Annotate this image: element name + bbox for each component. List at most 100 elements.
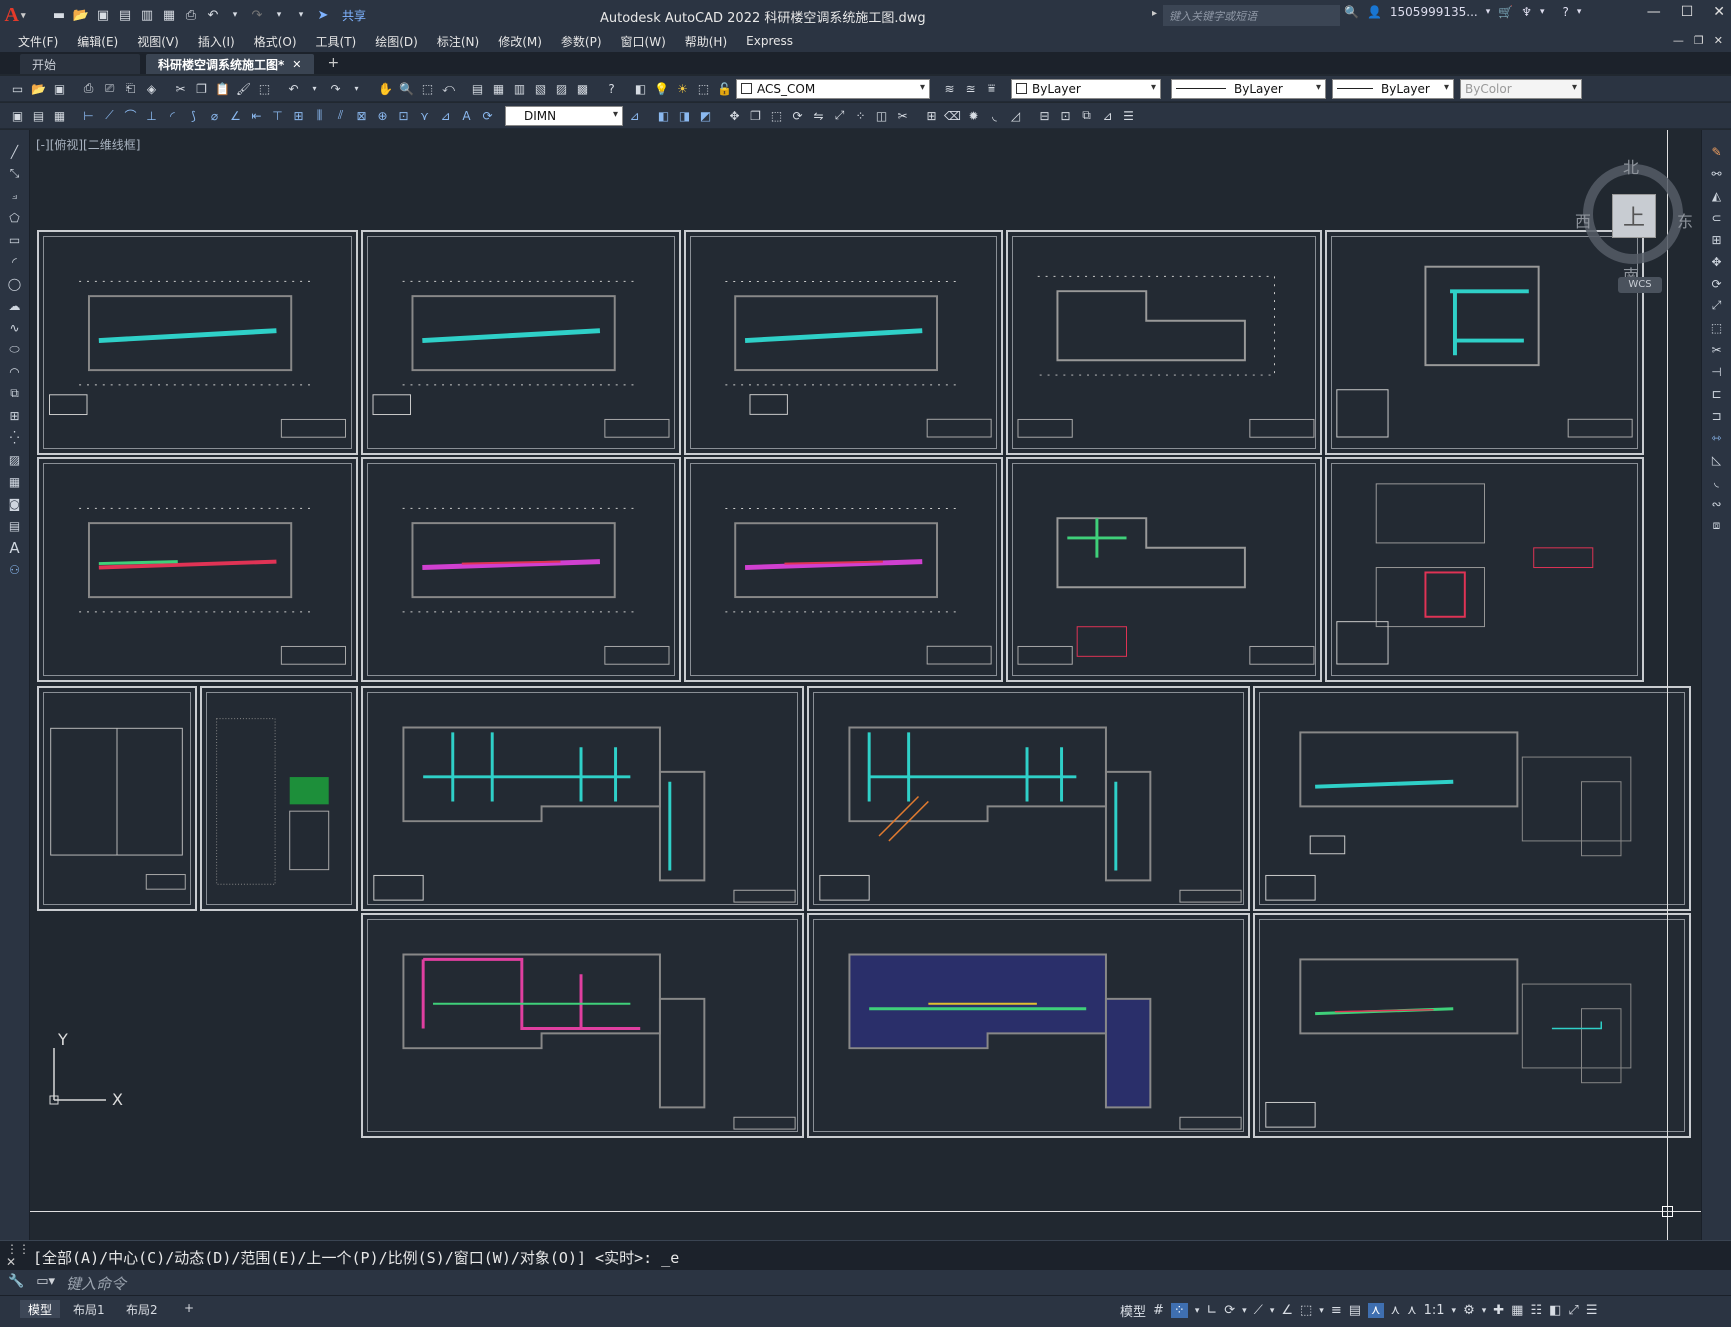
workspace-gear-icon[interactable]: ⚙ <box>1463 1303 1475 1318</box>
dimstyle-manager-icon[interactable]: ⊿ <box>625 106 644 125</box>
search-icon[interactable]: 🔍 <box>1344 5 1359 19</box>
tab-layout1[interactable]: 布局1 <box>65 1300 113 1318</box>
layer-properties-icon[interactable]: ◧ <box>631 79 650 98</box>
sheet-set-icon[interactable]: ▧ <box>531 79 550 98</box>
array-icon[interactable]: ⊞ <box>1707 230 1727 249</box>
copy-icon[interactable]: ❐ <box>192 79 211 98</box>
layer-states-icon[interactable]: ⩸ <box>982 79 1001 98</box>
ellipse-icon[interactable]: ⬭ <box>5 340 25 359</box>
stretch-icon[interactable]: ⬚ <box>767 106 786 125</box>
annotation-scale-icon[interactable]: ⋏ <box>1407 1303 1417 1318</box>
match-properties-icon[interactable]: 🖌 <box>234 79 253 98</box>
make-current-layer-icon[interactable]: ≋ <box>940 79 959 98</box>
search-input[interactable]: 键入关键字或短语 <box>1163 5 1340 26</box>
open-from-web-icon[interactable]: ▥ <box>138 6 156 24</box>
new-tab-button[interactable]: + <box>328 55 340 74</box>
menu-insert[interactable]: 插入(I) <box>198 33 235 50</box>
menu-tools[interactable]: 工具(T) <box>316 33 357 50</box>
group-icon[interactable]: ⊟ <box>1035 106 1054 125</box>
offset-icon[interactable]: ◫ <box>872 106 891 125</box>
object-snap-icon[interactable]: ⬚ <box>1300 1303 1312 1318</box>
open-file-icon[interactable]: 📂 <box>72 6 90 24</box>
isolate-objects-icon[interactable]: ◧ <box>1549 1303 1561 1318</box>
user-name[interactable]: 1505999135... <box>1390 5 1478 19</box>
diameter-dim-icon[interactable]: ⌀ <box>205 106 224 125</box>
auto-scale-icon[interactable]: ⋏ <box>1391 1303 1401 1318</box>
erase-icon[interactable]: ⌫ <box>943 106 962 125</box>
line-icon[interactable]: ╱ <box>5 142 25 161</box>
menu-view[interactable]: 视图(V) <box>137 33 179 50</box>
rectangle-icon[interactable]: ▭ <box>5 230 25 249</box>
layer-lock-icon[interactable]: 🔓 <box>715 79 734 98</box>
layer-match-icon[interactable]: ▤ <box>29 106 48 125</box>
chamfer-icon[interactable]: ◿ <box>1006 106 1025 125</box>
insert-block-icon[interactable]: ⧉ <box>5 384 25 403</box>
object-snap-tracking-icon[interactable]: ∠ <box>1281 1303 1293 1318</box>
insert-block-icon[interactable]: ⊞ <box>922 106 941 125</box>
blend-icon[interactable]: ∾ <box>1707 494 1727 513</box>
undo-dropdown-icon[interactable]: ▾ <box>226 6 244 24</box>
viewcube[interactable]: 北 南 西 东 上 WCS <box>1575 152 1695 302</box>
publish-icon[interactable]: ⎗ <box>121 79 140 98</box>
qnew-icon[interactable]: ▭ <box>8 79 27 98</box>
redo-icon[interactable]: ↷ <box>326 79 345 98</box>
fillet-icon[interactable]: ◟ <box>985 106 1004 125</box>
menu-draw[interactable]: 绘图(D) <box>375 33 418 50</box>
scale-dropdown-icon[interactable]: ▾ <box>1452 1306 1457 1316</box>
linear-dim-icon[interactable]: ⊢ <box>79 106 98 125</box>
add-icon[interactable]: ✚ <box>1493 1303 1504 1318</box>
save-to-web-icon[interactable]: ▦ <box>160 6 178 24</box>
grid-icon[interactable]: # <box>1153 1303 1164 1318</box>
maximize-button[interactable]: ☐ <box>1681 4 1694 20</box>
stretch-icon[interactable]: ⬚ <box>1707 318 1727 337</box>
minimize-button[interactable]: — <box>1647 4 1661 20</box>
linetype-dropdown[interactable]: ByLayer <box>1171 78 1326 99</box>
redo-dropdown-icon[interactable]: ▾ <box>270 6 288 24</box>
tab-close-icon[interactable]: ✕ <box>292 58 301 71</box>
zoom-previous-icon[interactable]: ⤺ <box>439 79 458 98</box>
layer-previous-icon[interactable]: ≊ <box>961 79 980 98</box>
dimstyle-dropdown[interactable]: DIMN <box>505 105 623 126</box>
doc-close-icon[interactable]: ✕ <box>1714 34 1723 47</box>
layer-on-icon[interactable]: 💡 <box>652 79 671 98</box>
make-block-icon[interactable]: ⊞ <box>5 406 25 425</box>
snap-dropdown-icon[interactable]: ▾ <box>1195 1306 1200 1316</box>
move-icon[interactable]: ✥ <box>1707 252 1727 271</box>
dim-break-icon[interactable]: ⫽ <box>331 106 350 125</box>
viewcube-north[interactable]: 北 <box>1623 154 1639 178</box>
zoom-window-icon[interactable]: ⬚ <box>418 79 437 98</box>
inspect-icon[interactable]: ⊡ <box>394 106 413 125</box>
undo-icon[interactable]: ↶ <box>284 79 303 98</box>
ordinate-dim-icon[interactable]: ⊥ <box>142 106 161 125</box>
plot-icon[interactable]: ⎙ <box>182 6 200 24</box>
aligned-dim-icon[interactable]: ⟋ <box>100 106 119 125</box>
draworder-icon[interactable]: ⧉ <box>1077 106 1096 125</box>
menu-express[interactable]: Express <box>746 34 793 48</box>
customization-menu-icon[interactable]: ☰ <box>1586 1303 1598 1318</box>
pan-icon[interactable]: ✋ <box>376 79 395 98</box>
viewcube-top-face[interactable]: 上 <box>1612 194 1656 238</box>
center-mark-icon[interactable]: ⊕ <box>373 106 392 125</box>
offset-icon[interactable]: ⊂ <box>1707 208 1727 227</box>
mirror-icon[interactable]: ⇋ <box>809 106 828 125</box>
menu-format[interactable]: 格式(O) <box>254 33 297 50</box>
continue-dim-icon[interactable]: ⊞ <box>289 106 308 125</box>
break-icon[interactable]: ⊐ <box>1707 406 1727 425</box>
tab-start[interactable]: 开始 <box>20 54 140 74</box>
gradient-icon[interactable]: ▦ <box>5 472 25 491</box>
properties-icon[interactable]: ▤ <box>468 79 487 98</box>
object-snap-dropdown-icon[interactable]: ▾ <box>1319 1306 1324 1316</box>
undo-icon[interactable]: ↶ <box>204 6 222 24</box>
tab-model[interactable]: 模型 <box>20 1300 61 1318</box>
circle-icon[interactable]: ◯ <box>5 274 25 293</box>
app-menu-button[interactable]: A ▾ <box>0 0 30 30</box>
plotstyle-dropdown[interactable]: ByColor <box>1460 78 1582 99</box>
transparency-icon[interactable]: ▤ <box>1349 1303 1361 1318</box>
viewcube-east[interactable]: 东 <box>1677 208 1693 232</box>
layer-vp-freeze-icon[interactable]: ⬚ <box>694 79 713 98</box>
baseline-dim-icon[interactable]: ⊤ <box>268 106 287 125</box>
command-input[interactable]: 键入命令 <box>66 1273 126 1294</box>
table-icon[interactable]: ▤ <box>5 516 25 535</box>
explode-icon[interactable]: ⧈ <box>1707 516 1727 535</box>
copy-icon[interactable]: ⚯ <box>1707 164 1727 183</box>
